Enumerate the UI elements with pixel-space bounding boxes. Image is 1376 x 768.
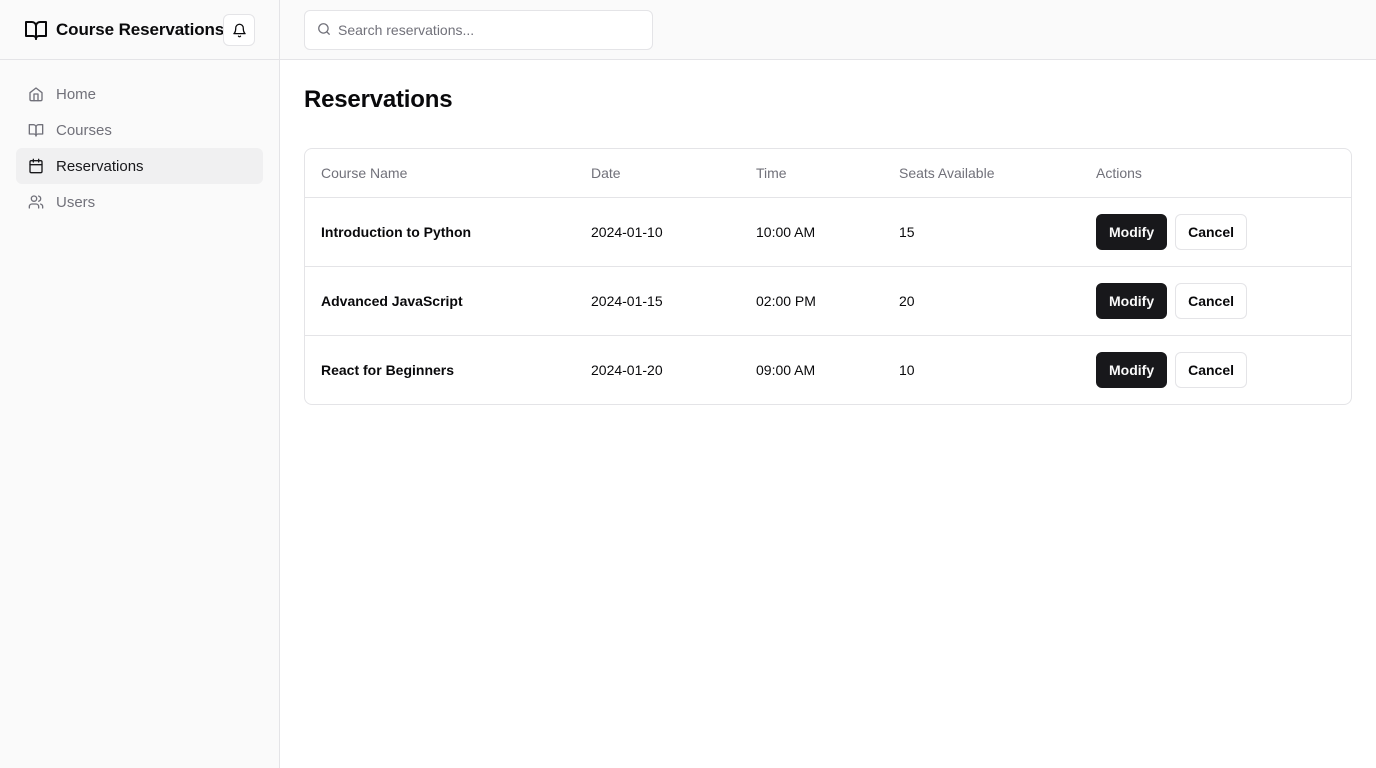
seats-cell: 20 [883,266,1080,336]
table-row: Advanced JavaScript 2024-01-15 02:00 PM … [305,266,1351,336]
actions-cell: Modify Cancel [1080,335,1351,404]
date-cell: 2024-01-15 [575,266,740,336]
reservations-table-container: Course Name Date Time Seats Available Ac… [304,148,1352,405]
reservations-table: Course Name Date Time Seats Available Ac… [305,149,1351,404]
course-name-cell: Advanced JavaScript [305,266,575,336]
course-name-cell: React for Beginners [321,361,455,378]
course-name-cell: Introduction to Python [305,197,575,267]
users-icon [28,194,44,210]
sidebar-item-home[interactable]: Home [16,76,263,112]
table-row: Introduction to Python 2024-01-10 10:00 … [305,197,1351,267]
search-input[interactable] [305,11,652,49]
search-icon [317,22,331,36]
cancel-button[interactable]: Cancel [1175,282,1248,319]
sidebar-item-reservations[interactable]: Reservations [16,148,263,184]
date-cell: 2024-01-10 [575,197,740,267]
table-row: React for Beginners 2024-01-20 09:00 AM … [305,335,1351,404]
modify-button[interactable]: Modify [1096,282,1168,319]
book-open-icon [28,122,44,138]
sidebar-item-users[interactable]: Users [16,184,263,220]
cancel-button[interactable]: Cancel [1175,351,1248,388]
sidebar: Course Reservations Home Courses Reserva… [0,0,280,768]
date-cell: 2024-01-20 [591,361,663,378]
app-title: Course Reservations [56,19,225,39]
sidebar-item-label: Reservations [56,157,144,175]
modify-button[interactable]: Modify [1096,213,1168,250]
seats-cell: 15 [883,197,1080,267]
cancel-button[interactable]: Cancel [1175,213,1248,250]
column-header-seats-available: Seats Available [883,149,1080,198]
sidebar-item-courses[interactable]: Courses [16,112,263,148]
book-open-icon [24,18,48,42]
home-icon [28,86,44,102]
bell-icon [232,23,247,38]
calendar-icon [28,158,44,174]
sidebar-item-label: Courses [56,121,112,139]
search-box [304,10,653,50]
column-header-time: Time [740,149,883,198]
actions-cell: Modify Cancel [1080,197,1351,267]
sidebar-item-label: Users [56,193,96,211]
notifications-button[interactable] [223,14,255,46]
main-content: Reservations Course Name Date Time Seats… [304,60,1352,405]
actions-cell: Modify Cancel [1080,266,1351,336]
column-header-course-name: Course Name [305,149,575,198]
page-title: Reservations [304,86,453,113]
time-cell: 10:00 AM [740,197,883,267]
sidebar-item-label: Home [56,85,97,103]
sidebar-nav: Home Courses Reservations Users [0,60,279,236]
time-cell: 02:00 PM [740,266,883,336]
table-header-row: Course Name Date Time Seats Available Ac… [305,149,1351,198]
top-bar [280,0,1376,60]
modify-button[interactable]: Modify [1096,351,1168,388]
seats-cell: 10 [899,361,915,378]
column-header-date: Date [575,149,740,198]
brand-bar: Course Reservations [0,0,279,60]
column-header-actions: Actions [1080,149,1351,198]
time-cell: 09:00 AM [756,361,816,378]
